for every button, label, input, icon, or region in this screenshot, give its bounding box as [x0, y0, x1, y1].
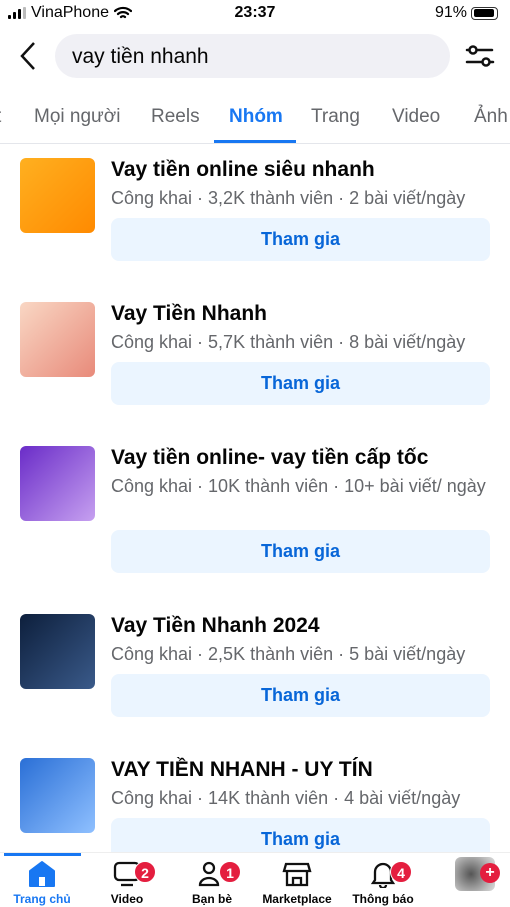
nav-video[interactable]: 2 Video [82, 859, 172, 906]
bottom-nav: Trang chủ 2 Video 1 Bạn bè Marketplace 4… [0, 852, 510, 907]
group-title[interactable]: Vay tiền online siêu nhanh [111, 158, 491, 182]
battery-percent: 91% [434, 4, 467, 21]
tab-pages[interactable]: Trang [311, 106, 360, 128]
group-title[interactable]: Vay Tiền Nhanh [111, 302, 491, 326]
group-meta: Công khai · 10K thành viên · 10+ bài viế… [111, 476, 486, 496]
join-button[interactable]: Tham gia [111, 674, 490, 717]
nav-notifications[interactable]: 4 Thông báo [338, 859, 428, 906]
chevron-left-icon [20, 42, 35, 70]
marketplace-icon [282, 862, 312, 887]
notification-badge: 2 [134, 861, 156, 883]
group-thumbnail[interactable] [20, 758, 95, 833]
tab-all[interactable]: t [0, 106, 1, 128]
join-button[interactable]: Tham gia [111, 218, 490, 261]
group-meta: Công khai · 3,2K thành viên · 2 bài viết… [111, 188, 466, 208]
nav-profile[interactable]: + [430, 857, 510, 891]
nav-home[interactable]: Trang chủ [0, 859, 87, 906]
group-title[interactable]: Vay Tiền Nhanh 2024 [111, 614, 491, 638]
nav-marketplace[interactable]: Marketplace [252, 859, 342, 906]
tab-videos[interactable]: Video [392, 106, 440, 128]
join-button[interactable]: Tham gia [111, 530, 490, 573]
tab-reels[interactable]: Reels [151, 106, 200, 128]
tab-people[interactable]: Mọi người [34, 106, 120, 128]
notification-badge: 1 [219, 861, 241, 883]
group-thumbnail[interactable] [20, 158, 95, 233]
battery-icon [471, 6, 498, 20]
group-meta: Công khai · 5,7K thành viên · 8 bài viết… [111, 332, 466, 352]
clock: 23:37 [234, 4, 276, 21]
group-thumbnail[interactable] [20, 614, 95, 689]
group-thumbnail[interactable] [20, 446, 95, 521]
active-tab-indicator [214, 140, 296, 143]
join-button[interactable]: Tham gia [111, 362, 490, 405]
search-input[interactable]: vay tiền nhanh [55, 34, 450, 78]
group-meta: Công khai · 14K thành viên · 4 bài viết/… [111, 788, 461, 808]
plus-icon: + [480, 863, 500, 883]
group-title[interactable]: VAY TIỀN NHANH - UY TÍN [111, 758, 491, 782]
nav-friends[interactable]: 1 Bạn bè [167, 859, 257, 906]
home-icon [29, 861, 55, 887]
search-tabs: t Mọi người Reels Nhóm Trang Video Ảnh [0, 96, 510, 144]
tab-photos[interactable]: Ảnh [474, 106, 508, 128]
back-button[interactable] [18, 40, 42, 74]
group-title[interactable]: Vay tiền online- vay tiền cấp tốc [111, 446, 491, 470]
filter-button[interactable] [464, 42, 496, 70]
notification-badge: 4 [390, 861, 412, 883]
group-meta: Công khai · 2,5K thành viên · 5 bài viết… [111, 644, 466, 664]
status-bar: VinaPhone 23:37 91% [0, 0, 510, 28]
tab-groups[interactable]: Nhóm [229, 106, 283, 128]
active-nav-indicator [4, 853, 81, 856]
group-thumbnail[interactable] [20, 302, 95, 377]
sliders-icon [465, 45, 495, 67]
